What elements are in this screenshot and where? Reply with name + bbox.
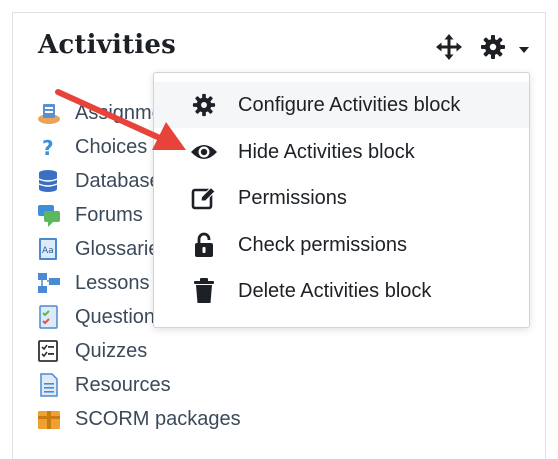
move-arrows-icon[interactable] bbox=[436, 34, 462, 65]
activity-item-scorm-packages[interactable]: SCORM packages bbox=[36, 404, 276, 434]
forum-icon bbox=[36, 202, 64, 228]
svg-text:Aa: Aa bbox=[42, 246, 54, 256]
gear-icon bbox=[188, 90, 220, 120]
glossary-icon: Aa bbox=[36, 236, 64, 262]
scorm-package-icon bbox=[36, 406, 64, 432]
resource-icon bbox=[36, 372, 64, 398]
lesson-icon bbox=[36, 270, 64, 296]
eye-icon bbox=[188, 137, 220, 167]
unlock-icon bbox=[188, 230, 220, 260]
menu-item-configure-block[interactable]: Configure Activities block bbox=[154, 82, 529, 128]
quiz-icon bbox=[36, 338, 64, 364]
edit-icon bbox=[188, 183, 220, 213]
svg-text:?: ? bbox=[42, 136, 54, 160]
block-title: Activities bbox=[38, 30, 176, 60]
assignment-icon bbox=[36, 100, 64, 126]
menu-item-check-permissions[interactable]: Check permissions bbox=[154, 222, 529, 268]
questionnaire-icon bbox=[36, 304, 64, 330]
menu-item-permissions[interactable]: Permissions bbox=[154, 175, 529, 221]
gear-icon[interactable] bbox=[480, 34, 506, 65]
trash-icon bbox=[188, 276, 220, 306]
menu-item-hide-block[interactable]: Hide Activities block bbox=[154, 129, 529, 175]
caret-down-icon[interactable] bbox=[518, 42, 530, 60]
database-icon bbox=[36, 168, 64, 194]
activity-item-quizzes[interactable]: Quizzes bbox=[36, 336, 276, 366]
question-mark-icon: ? bbox=[36, 134, 64, 160]
block-actions-dropdown-menu: Configure Activities block Hide Activiti… bbox=[153, 72, 530, 328]
menu-item-delete-block[interactable]: Delete Activities block bbox=[154, 268, 529, 314]
activity-item-resources[interactable]: Resources bbox=[36, 370, 276, 400]
